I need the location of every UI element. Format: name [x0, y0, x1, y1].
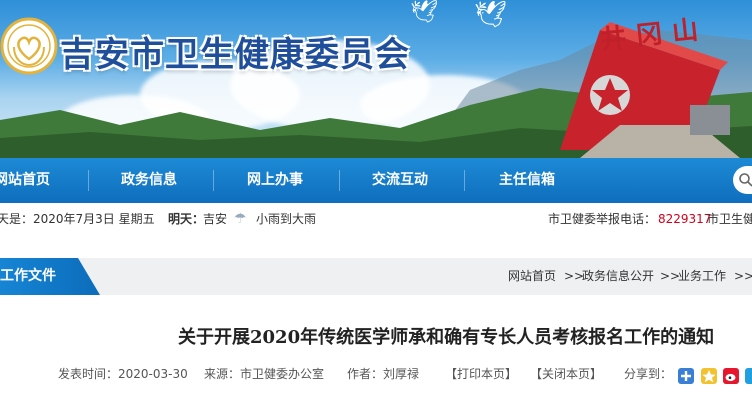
- print-page-link[interactable]: 【打印本页】: [445, 366, 517, 382]
- nav-divider: [88, 170, 89, 191]
- search-icon[interactable]: [738, 172, 752, 188]
- share-label: 分享到：: [624, 367, 673, 381]
- header-banner: 🕊 🕊 吉安市卫生健康委员会 井冈山: [0, 0, 752, 158]
- nav-item-home[interactable]: 网站首页: [0, 158, 50, 203]
- nav-divider: [213, 170, 214, 191]
- site-title: 吉安市卫生健康委员会: [60, 35, 410, 75]
- publish-label: 发表时间：: [58, 367, 119, 381]
- breadcrumb-business[interactable]: 业务工作: [678, 258, 726, 295]
- report-phone-number: 8229317: [658, 212, 712, 226]
- nav-item-director-mailbox[interactable]: 主任信箱: [499, 158, 555, 203]
- source-value: 市卫健委办公室: [240, 367, 325, 381]
- nav-item-government-info[interactable]: 政务信息: [121, 158, 177, 203]
- tomorrow-label: 明天：: [168, 212, 205, 226]
- report-phone-tail: 市卫生健: [707, 212, 752, 226]
- weibo-share-icon[interactable]: [723, 368, 739, 384]
- weather-forecast: 小雨到大雨: [256, 212, 317, 226]
- section-title: 工作文件: [0, 268, 56, 284]
- weather-city: 吉安: [203, 212, 228, 226]
- current-date: 天是：2020年7月3日 星期五: [0, 212, 155, 226]
- nav-item-interaction[interactable]: 交流互动: [372, 158, 428, 203]
- health-commission-logo: [0, 17, 58, 75]
- breadcrumb-separator: >>: [734, 269, 752, 283]
- section-header: 工作文件 网站首页 >> 政务信息公开 >> 业务工作 >>: [0, 258, 752, 295]
- author-value: 刘厚禄: [383, 367, 420, 381]
- rain-icon: ☂: [234, 211, 247, 227]
- nav-item-online-services[interactable]: 网上办事: [247, 158, 303, 203]
- close-page-link[interactable]: 【关闭本页】: [530, 366, 602, 382]
- main-nav: 网站首页 政务信息 网上办事 交流互动 主任信箱: [0, 158, 752, 203]
- breadcrumb-government-info[interactable]: 政务信息公开: [582, 258, 654, 295]
- article-title: 关于开展2020年传统医学师承和确有专长人员考核报名工作的通知: [178, 327, 715, 348]
- source-label: 来源：: [204, 367, 241, 381]
- qzone-share-icon[interactable]: [701, 368, 717, 384]
- nav-divider: [339, 170, 340, 191]
- tencent-weibo-share-icon[interactable]: [745, 368, 752, 384]
- nav-divider: [464, 170, 465, 191]
- breadcrumb-home[interactable]: 网站首页: [508, 258, 556, 295]
- author-label: 作者：: [347, 367, 384, 381]
- info-bar: 天是：2020年7月3日 星期五 明天： 吉安 ☂ 小雨到大雨 市卫健委举报电话…: [0, 203, 752, 236]
- report-phone-label: 市卫健委举报电话：: [548, 212, 657, 226]
- publish-date: 2020-03-30: [118, 367, 188, 381]
- share-more-icon[interactable]: [678, 368, 694, 384]
